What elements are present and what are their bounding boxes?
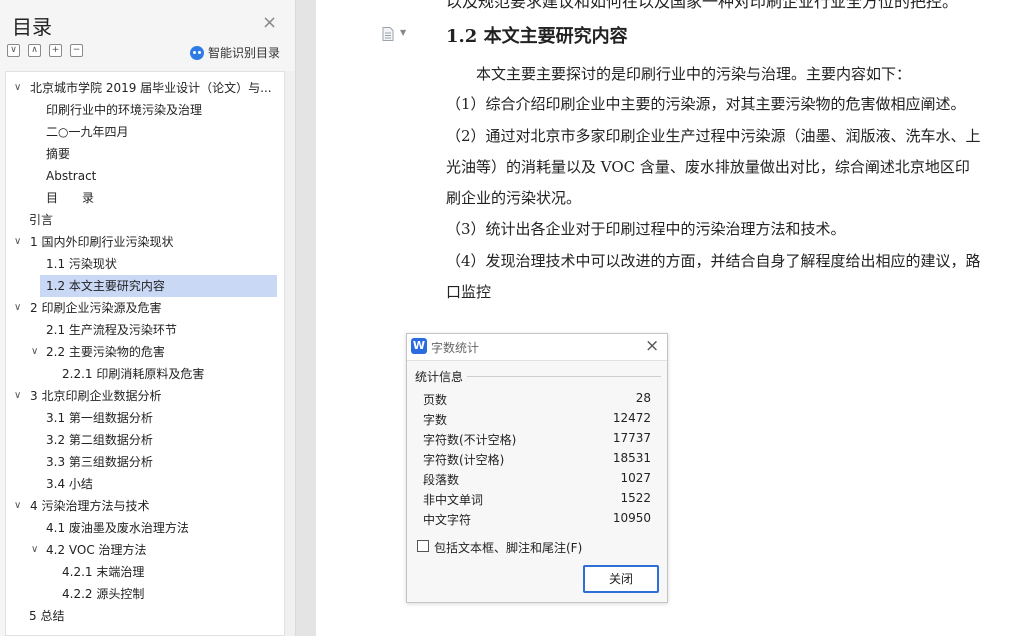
navigation-pane: 目录 × ∨ ∧ + − 智能识别目录 ∨ 北京城市学院 2019 届毕业设计（… <box>0 0 296 636</box>
doc-heading: 1.2 本文主要研究内容 <box>446 26 628 47</box>
doc-paragraph-line: （1）综合介绍印刷企业中主要的污染源，对其主要污染物的危害做相应阐述。 <box>446 95 966 113</box>
toc-item[interactable]: 2.2.1 印刷消耗原料及危害 <box>62 363 204 385</box>
chevron-down-icon[interactable]: ∨ <box>14 77 21 99</box>
toc-item[interactable]: 二○一九年四月 <box>46 121 128 143</box>
doc-paragraph-line: （4）发现治理技术中可以改进的方面，并结合自身了解程度给出相应的建议，路 <box>446 252 981 270</box>
toc-item[interactable]: 3.4 小结 <box>46 473 93 495</box>
stat-label-chars-no-spaces: 字符数(不计空格) <box>423 433 517 447</box>
toc-item[interactable]: 4.1 废油墨及废水治理方法 <box>46 517 189 539</box>
smart-ai-icon <box>190 45 204 60</box>
dialog-close-icon[interactable]: × <box>645 337 659 355</box>
toc-item[interactable]: 4.2.1 末端治理 <box>62 561 144 583</box>
doc-text-fragment: 以及规范要求建议和如何在以及国家一种对印刷企业行业全方位的把控。 <box>446 0 959 11</box>
chevron-down-icon[interactable]: ∨ <box>14 385 21 407</box>
doc-paragraph-line: 光油等）的消耗量以及 VOC 含量、废水排放量做出对比，综合阐述北京地区印 <box>446 158 970 176</box>
doc-paragraph-line: 口监控 <box>446 283 492 301</box>
toc-item[interactable]: ∨ 3 北京印刷企业数据分析 <box>6 385 284 407</box>
smart-toc-button[interactable]: 智能识别目录 <box>190 44 280 61</box>
include-textbox-label[interactable]: 包括文本框、脚注和尾注(F) <box>434 539 582 556</box>
page-gutter <box>296 0 316 636</box>
toc-item[interactable]: Abstract <box>46 165 96 187</box>
include-textbox-checkbox[interactable] <box>417 540 429 552</box>
toc-item[interactable]: ∨ 4.2 VOC 治理方法 <box>6 539 284 561</box>
dialog-title: 字数统计 <box>431 341 480 355</box>
toc-item[interactable]: 印刷行业中的环境污染及治理 <box>46 99 202 121</box>
toc-item[interactable]: 目 录 <box>46 187 94 209</box>
stat-label-chinese-chars: 中文字符 <box>423 513 472 527</box>
stat-value-chars-with-spaces: 18531 <box>612 451 651 465</box>
remove-heading-icon[interactable]: − <box>70 44 83 57</box>
toc-item[interactable]: 3.2 第二组数据分析 <box>46 429 153 451</box>
stat-value-chars-no-spaces: 17737 <box>612 431 651 445</box>
wps-logo-icon: W <box>411 338 427 354</box>
doc-paragraph-line: 刷企业的污染状况。 <box>446 189 582 207</box>
stat-value-words: 12472 <box>612 411 651 425</box>
chevron-down-icon[interactable]: ∨ <box>31 539 38 561</box>
toc-item[interactable]: ∨ 1 国内外印刷行业污染现状 <box>6 231 284 253</box>
add-heading-icon[interactable]: + <box>49 44 62 57</box>
caret-down-icon[interactable]: ▼ <box>400 28 406 37</box>
nav-close-icon[interactable]: × <box>262 14 277 32</box>
toc-item[interactable]: 2.1 生产流程及污染环节 <box>46 319 177 341</box>
stat-label-pages: 页数 <box>423 393 448 407</box>
toc-item[interactable]: ∨ 2 印刷企业污染源及危害 <box>6 297 284 319</box>
section-divider <box>467 376 661 377</box>
stat-label-words: 字数 <box>423 413 448 427</box>
toc-item-selected[interactable]: 1.2 本文主要研究内容 <box>40 275 277 297</box>
toc-item[interactable]: ∨ 4 污染治理方法与技术 <box>6 495 284 517</box>
toc-item[interactable]: 3.3 第三组数据分析 <box>46 451 153 473</box>
toc-item[interactable]: 5 总结 <box>29 605 64 627</box>
nav-toolbar: ∨ ∧ + − <box>7 44 83 57</box>
toc-item[interactable]: 3.1 第一组数据分析 <box>46 407 153 429</box>
chevron-down-icon[interactable]: ∨ <box>14 297 21 319</box>
stats-section-label: 统计信息 <box>415 370 464 384</box>
toc-item[interactable]: ∨ 2.2 主要污染物的危害 <box>6 341 284 363</box>
stat-value-chinese-chars: 10950 <box>612 511 651 525</box>
toc-item[interactable]: 1.1 污染现状 <box>46 253 117 275</box>
collapse-all-icon[interactable]: ∧ <box>28 44 41 57</box>
chevron-down-icon[interactable]: ∨ <box>31 341 38 363</box>
stat-value-pages: 28 <box>635 391 651 405</box>
stat-value-paragraphs: 1027 <box>620 471 651 485</box>
chevron-down-icon[interactable]: ∨ <box>14 231 21 253</box>
expand-all-icon[interactable]: ∨ <box>7 44 20 57</box>
doc-paragraph-line: （2）通过对北京市多家印刷企业生产过程中污染源（油墨、润版液、洗车水、上 <box>446 127 981 145</box>
nav-scrollbar[interactable] <box>285 71 295 636</box>
stat-label-non-chinese-words: 非中文单词 <box>423 493 484 507</box>
close-button[interactable]: 关闭 <box>583 565 659 593</box>
toc-item[interactable]: 4.2.2 源头控制 <box>62 583 144 605</box>
stat-value-non-chinese-words: 1522 <box>620 491 651 505</box>
dialog-title-bar[interactable]: W 字数统计 × <box>407 334 667 361</box>
doc-paragraph-line: 本文主要主要探讨的是印刷行业中的污染与治理。主要内容如下： <box>446 65 912 83</box>
chevron-down-icon[interactable]: ∨ <box>14 495 21 517</box>
toc-item[interactable]: ∨ 北京城市学院 2019 届毕业设计（论文）与... <box>6 77 284 99</box>
toc-list: ∨ 北京城市学院 2019 届毕业设计（论文）与... 印刷行业中的环境污染及治… <box>5 71 285 636</box>
document-icon[interactable] <box>382 27 394 41</box>
toc-item[interactable]: 引言 <box>29 209 53 231</box>
smart-toc-label: 智能识别目录 <box>208 46 281 60</box>
word-count-dialog: W 字数统计 × 统计信息 页数 28 字数 12472 字符数(不计空格) 1… <box>406 333 668 603</box>
stat-label-chars-with-spaces: 字符数(计空格) <box>423 453 505 467</box>
doc-paragraph-line: （3）统计出各企业对于印刷过程中的污染治理方法和技术。 <box>446 220 846 238</box>
toc-item[interactable]: 摘要 <box>46 143 70 165</box>
nav-title: 目录 <box>12 15 52 39</box>
stat-label-paragraphs: 段落数 <box>423 473 460 487</box>
